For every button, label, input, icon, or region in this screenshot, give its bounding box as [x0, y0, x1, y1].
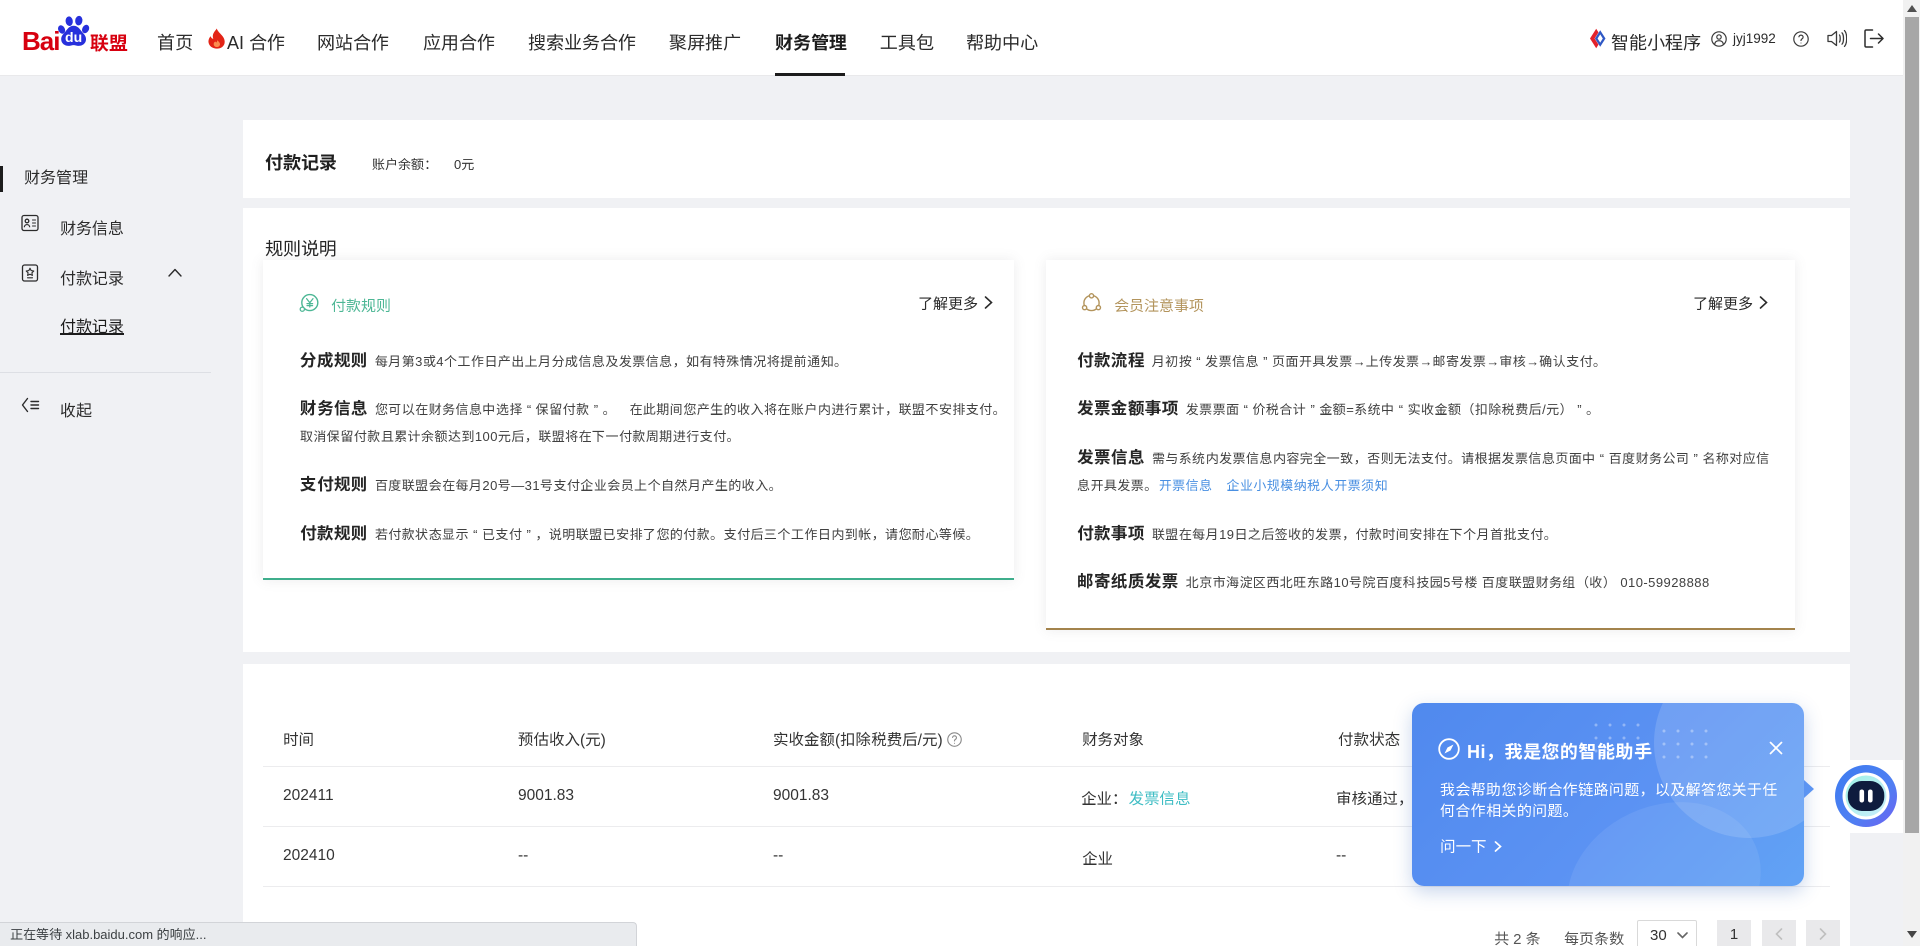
- svg-text:du: du: [65, 29, 82, 45]
